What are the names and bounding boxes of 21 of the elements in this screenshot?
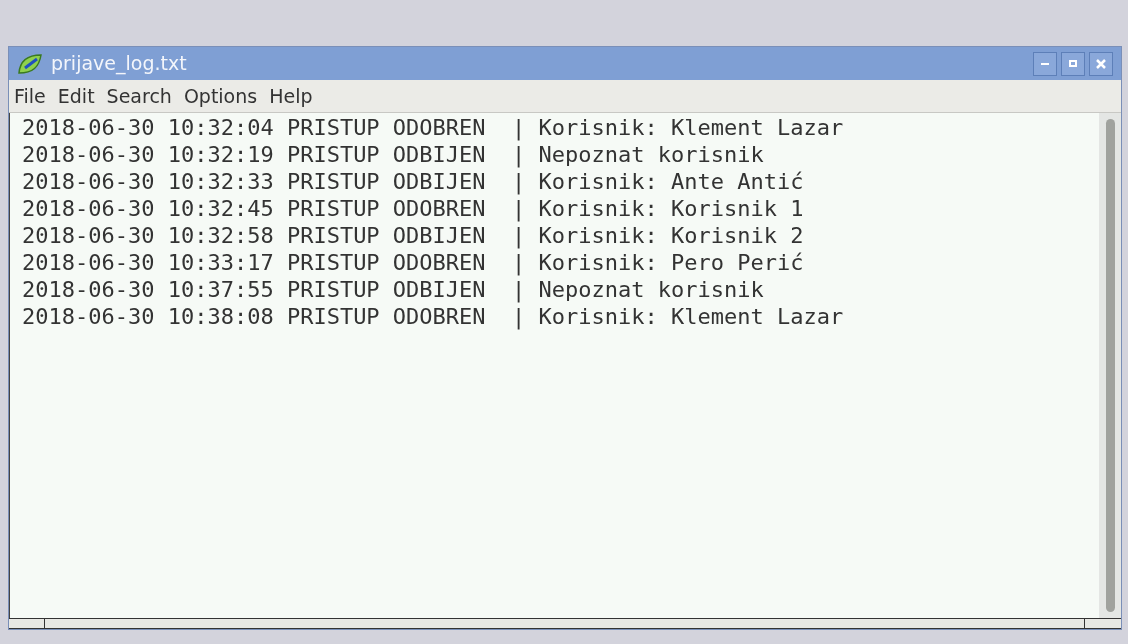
window-title: prijave_log.txt [51,51,188,77]
menu-item[interactable]: Edit [56,81,96,111]
menu-item[interactable]: Options [182,81,259,111]
log-line: 2018-06-30 10:38:08 PRISTUP ODOBREN | Korisnik: Klement Lazar [22,303,845,330]
maximize-button[interactable] [1061,51,1085,76]
log-line: 2018-06-30 10:32:58 PRISTUP ODBIJEN | Korisnik: Korisnik 2 [22,222,805,249]
log-line: 2018-06-30 10:32:04 PRISTUP ODOBREN | Korisnik: Klement Lazar [22,114,845,141]
log-line: 2018-06-30 10:37:55 PRISTUP ODBIJEN | Nepoznat korisnik [22,276,765,303]
minimize-button[interactable] [1033,51,1057,76]
log-line: 2018-06-30 10:32:33 PRISTUP ODBIJEN | Korisnik: Ante Antić [22,168,805,195]
leaf-icon [17,52,43,75]
log-line: 2018-06-30 10:32:19 PRISTUP ODBIJEN | Nepoznat korisnik [22,141,765,168]
scrollbar-thumb[interactable] [1105,119,1115,612]
menu-item[interactable]: File [13,81,47,111]
menu-item[interactable]: Search [105,81,173,111]
close-icon [1096,58,1106,69]
close-button[interactable] [1089,51,1113,76]
log-line: 2018-06-30 10:33:17 PRISTUP ODOBREN | Korisnik: Pero Perić [22,249,805,276]
log-line: 2018-06-30 10:32:45 PRISTUP ODOBREN | Korisnik: Korisnik 1 [22,195,805,222]
menu-item[interactable]: Help [268,81,314,111]
scrollbar-track[interactable] [1099,113,1121,618]
